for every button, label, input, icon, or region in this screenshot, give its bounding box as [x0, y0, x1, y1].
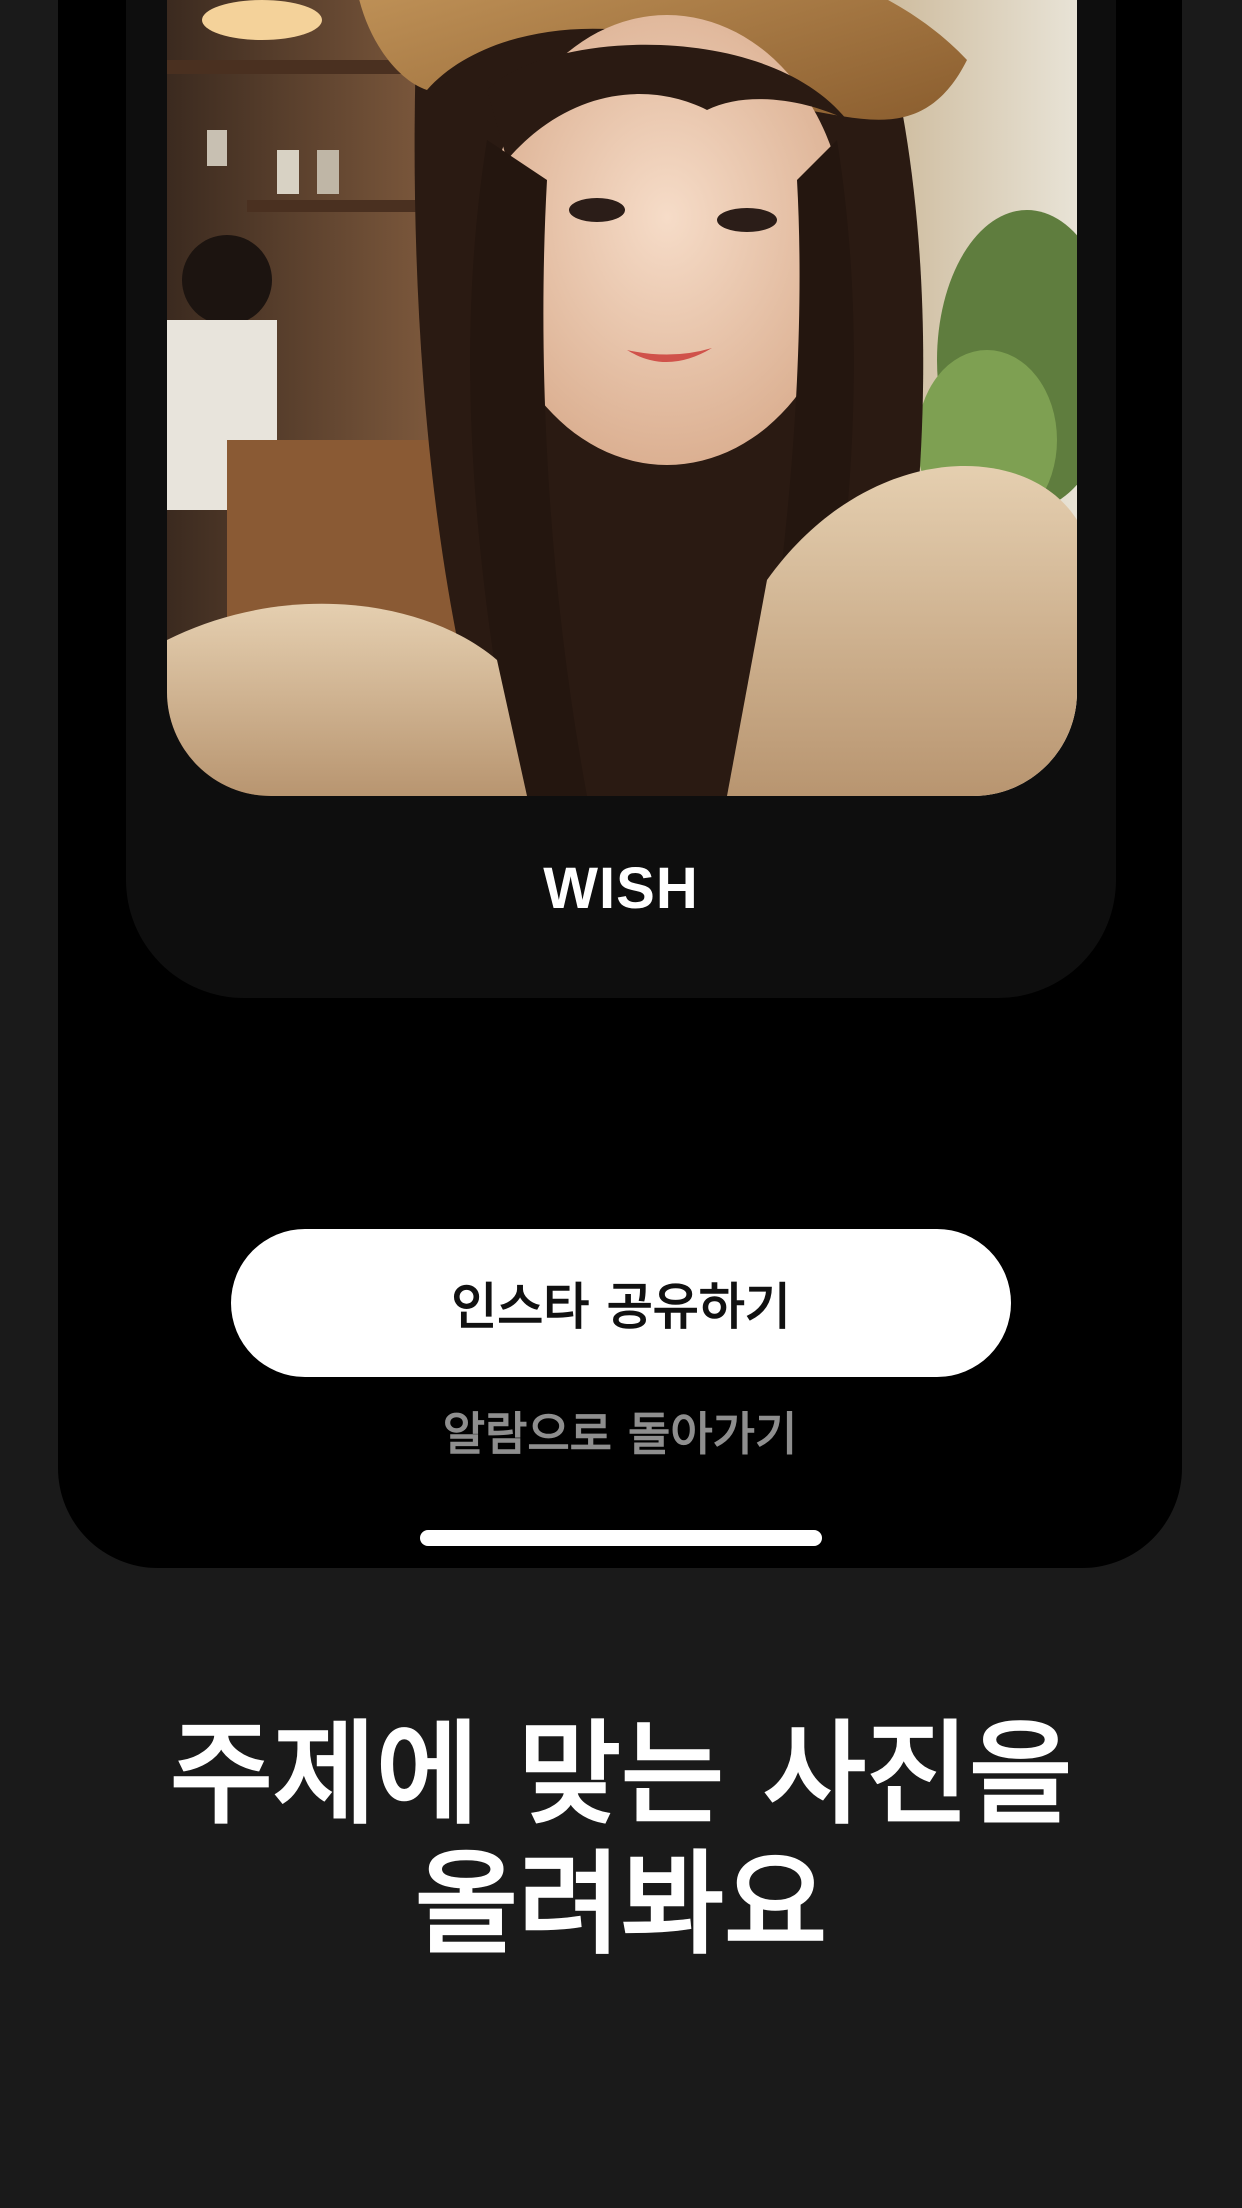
phone-mockup: WISH 인스타 공유하기 알람으로 돌아가기	[58, 0, 1182, 1568]
headline-line-2: 올려봐요	[414, 1840, 828, 1970]
back-to-alarm-link[interactable]: 알람으로 돌아가기	[58, 1398, 1182, 1464]
app-screen: WISH 인스타 공유하기 알람으로 돌아가기 주제에 맞는 사진을 올려봐요	[0, 0, 1242, 2208]
instagram-share-label: 인스타 공유하기	[451, 1278, 791, 1336]
onboarding-headline: 주제에 맞는 사진을 올려봐요	[0, 1710, 1242, 1970]
home-indicator	[420, 1530, 822, 1546]
instagram-share-button[interactable]: 인스타 공유하기	[231, 1229, 1011, 1377]
headline-line-1: 주제에 맞는 사진을	[169, 1710, 1073, 1840]
post-card: WISH	[126, 0, 1116, 998]
photo-illustration	[167, 0, 1077, 796]
post-photo	[167, 0, 1077, 796]
post-title: WISH	[543, 856, 699, 921]
